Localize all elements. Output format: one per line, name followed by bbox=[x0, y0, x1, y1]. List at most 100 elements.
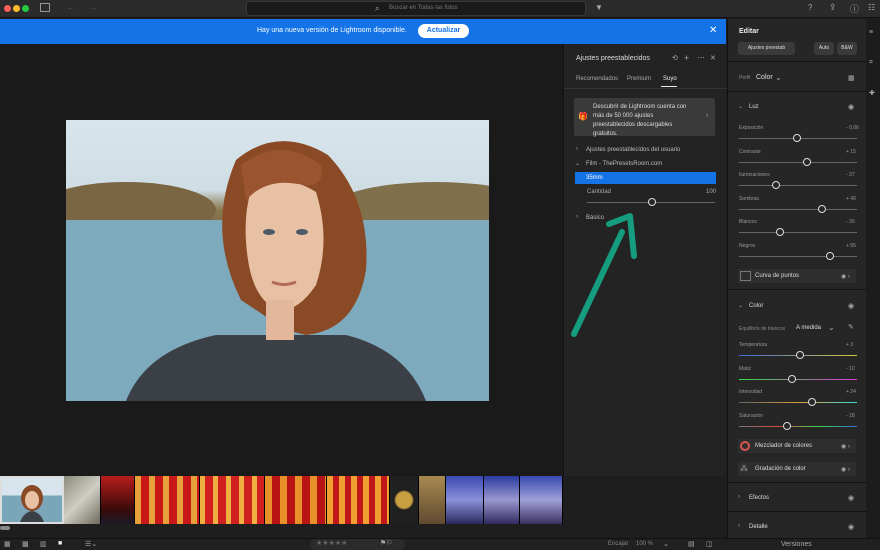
thumbnail-red-5[interactable] bbox=[327, 476, 390, 524]
crop-tool-icon[interactable]: ⌗ bbox=[869, 59, 873, 67]
edit-tool-icon[interactable]: ≡ bbox=[869, 29, 873, 36]
main-photo[interactable] bbox=[66, 120, 489, 401]
light-slider-value[interactable]: - 0,06 bbox=[846, 125, 859, 131]
close-presets-icon[interactable]: ✕ bbox=[710, 54, 716, 62]
grid-view-icon[interactable]: ▦ bbox=[4, 540, 11, 548]
close-window-button[interactable] bbox=[4, 5, 11, 12]
manage-presets-icon[interactable]: ⟲ bbox=[672, 54, 678, 62]
color-slider-value[interactable]: + 3 bbox=[846, 342, 853, 348]
color-slider-track[interactable] bbox=[739, 402, 857, 403]
filter-icon[interactable]: ▼ bbox=[595, 3, 603, 12]
color-slider-knob[interactable] bbox=[795, 351, 804, 359]
thumbnail-red-2[interactable] bbox=[135, 476, 200, 524]
color-section-title[interactable]: Color bbox=[749, 303, 763, 309]
adjust-icon[interactable]: ☷ bbox=[868, 3, 875, 12]
light-slider-track[interactable] bbox=[739, 185, 857, 186]
detail-view-icon[interactable]: ▥ bbox=[40, 540, 47, 548]
help-icon[interactable]: ? bbox=[808, 3, 812, 12]
compare-icon[interactable]: ◫ bbox=[706, 540, 713, 548]
versions-label[interactable]: Versiones bbox=[781, 541, 812, 548]
tab-recomendados[interactable]: Recomendados bbox=[576, 76, 618, 82]
more-options-icon[interactable]: ⋯ bbox=[697, 53, 705, 62]
light-slider-knob[interactable] bbox=[793, 134, 802, 142]
light-slider-value[interactable]: + 40 bbox=[846, 196, 856, 202]
bw-button[interactable]: B&W bbox=[837, 42, 857, 55]
wb-value[interactable]: A medida bbox=[796, 325, 821, 331]
chevron-down-icon[interactable]: ⌄ bbox=[738, 302, 743, 309]
color-slider-value[interactable]: + 24 bbox=[846, 389, 856, 395]
chevron-down-icon[interactable]: ⌄ bbox=[828, 323, 835, 332]
info-icon[interactable]: ⓘ bbox=[850, 2, 859, 15]
light-slider-knob[interactable] bbox=[817, 204, 826, 213]
thumbnail-portrait[interactable] bbox=[0, 476, 64, 524]
heal-tool-icon[interactable]: ✚ bbox=[869, 89, 875, 97]
filmstrip-scrollbar[interactable] bbox=[0, 524, 563, 538]
eye-icon[interactable]: ◉ bbox=[848, 302, 854, 310]
light-section-title[interactable]: Luz bbox=[749, 104, 759, 110]
update-button[interactable]: Actualizar bbox=[418, 24, 469, 38]
color-mixer-row[interactable]: Mezclador de colores bbox=[738, 439, 856, 453]
light-slider-track[interactable] bbox=[739, 208, 857, 210]
effects-section-title[interactable]: Efectos bbox=[749, 495, 769, 501]
color-slider-value[interactable]: - 10 bbox=[846, 366, 855, 372]
light-slider-knob[interactable] bbox=[826, 251, 835, 260]
thumbnail-dog[interactable] bbox=[64, 476, 101, 524]
light-slider-track[interactable] bbox=[739, 255, 857, 257]
add-preset-icon[interactable]: + bbox=[684, 53, 689, 63]
light-slider-knob[interactable] bbox=[776, 228, 785, 236]
presets-button[interactable]: Ajustes preestab bbox=[738, 42, 795, 55]
light-slider-knob[interactable] bbox=[802, 157, 811, 166]
light-slider-value[interactable]: - 30 bbox=[846, 219, 855, 225]
color-slider-value[interactable]: - 18 bbox=[846, 413, 855, 419]
thumbnail-red-3[interactable] bbox=[200, 476, 265, 524]
color-slider-track[interactable] bbox=[739, 378, 857, 380]
sidebar-toggle-icon[interactable] bbox=[40, 3, 50, 12]
thumbnail-blue-2[interactable] bbox=[484, 476, 520, 524]
chevron-right-icon[interactable]: › bbox=[576, 146, 578, 152]
thumbnail-red-4[interactable] bbox=[265, 476, 327, 524]
thumbnail-brown[interactable] bbox=[419, 476, 446, 524]
profile-grid-icon[interactable]: ▦ bbox=[848, 74, 855, 82]
flag-icon[interactable]: ⚑⚐ bbox=[380, 539, 393, 547]
eye-icon[interactable]: ◉ bbox=[848, 523, 854, 531]
square-grid-icon[interactable]: ▩ bbox=[22, 540, 29, 548]
eye-icon[interactable]: ◉ › bbox=[841, 273, 850, 280]
detail-section-title[interactable]: Detalle bbox=[749, 524, 768, 530]
profile-value[interactable]: Color bbox=[756, 74, 773, 81]
search-field[interactable]: ⌕ Buscar en Todas las fotos bbox=[246, 1, 586, 16]
thumbnail-blue-1[interactable] bbox=[446, 476, 484, 524]
light-slider-track[interactable] bbox=[739, 232, 857, 233]
color-slider-knob[interactable] bbox=[788, 374, 797, 383]
light-slider-value[interactable]: + 55 bbox=[846, 243, 856, 249]
back-arrow-icon[interactable]: ← bbox=[66, 2, 75, 12]
eyedropper-icon[interactable]: ✎ bbox=[848, 323, 854, 331]
auto-button[interactable]: Auto bbox=[814, 42, 834, 55]
close-banner-icon[interactable]: ✕ bbox=[709, 25, 717, 36]
chevron-right-icon[interactable]: › bbox=[738, 523, 740, 529]
chevron-down-icon[interactable]: ⌄ bbox=[775, 73, 782, 82]
eye-icon[interactable]: ◉ bbox=[848, 103, 854, 111]
single-view-icon[interactable]: ■ bbox=[58, 540, 62, 547]
chevron-down-icon[interactable]: ⌄ bbox=[663, 540, 669, 548]
light-slider-track[interactable] bbox=[739, 161, 857, 163]
group-film-presets[interactable]: Film - ThePresetsRoom.com bbox=[586, 161, 662, 167]
eye-icon[interactable]: ◉ › bbox=[841, 466, 850, 473]
light-slider-value[interactable]: + 15 bbox=[846, 149, 856, 155]
thumbnail-blue-3[interactable] bbox=[520, 476, 563, 524]
light-slider-value[interactable]: - 37 bbox=[846, 172, 855, 178]
minimize-window-button[interactable] bbox=[13, 5, 20, 12]
eye-icon[interactable]: ◉ bbox=[848, 494, 854, 502]
filmstrip-toggle-icon[interactable]: ▤ bbox=[688, 540, 695, 548]
zoom-window-button[interactable] bbox=[22, 5, 29, 12]
thumbnail-red-1[interactable] bbox=[101, 476, 135, 524]
light-slider-knob[interactable] bbox=[772, 181, 781, 189]
sort-icon[interactable]: ☰⌄ bbox=[85, 540, 97, 548]
star-rating-icon[interactable]: ★★★★★ bbox=[316, 539, 347, 547]
color-grading-row[interactable]: ⁂ Gradación de color bbox=[738, 462, 856, 476]
color-slider-knob[interactable] bbox=[783, 421, 792, 430]
share-icon[interactable]: ⇪ bbox=[829, 2, 837, 13]
promo-card[interactable]: 🎁 Descubrir de Lightroom cuenta con más … bbox=[574, 98, 715, 137]
zoom-level[interactable]: 100 % bbox=[636, 541, 653, 547]
chevron-down-icon[interactable]: ⌄ bbox=[738, 103, 743, 110]
curve-row[interactable]: Curva de puntos bbox=[738, 269, 856, 283]
